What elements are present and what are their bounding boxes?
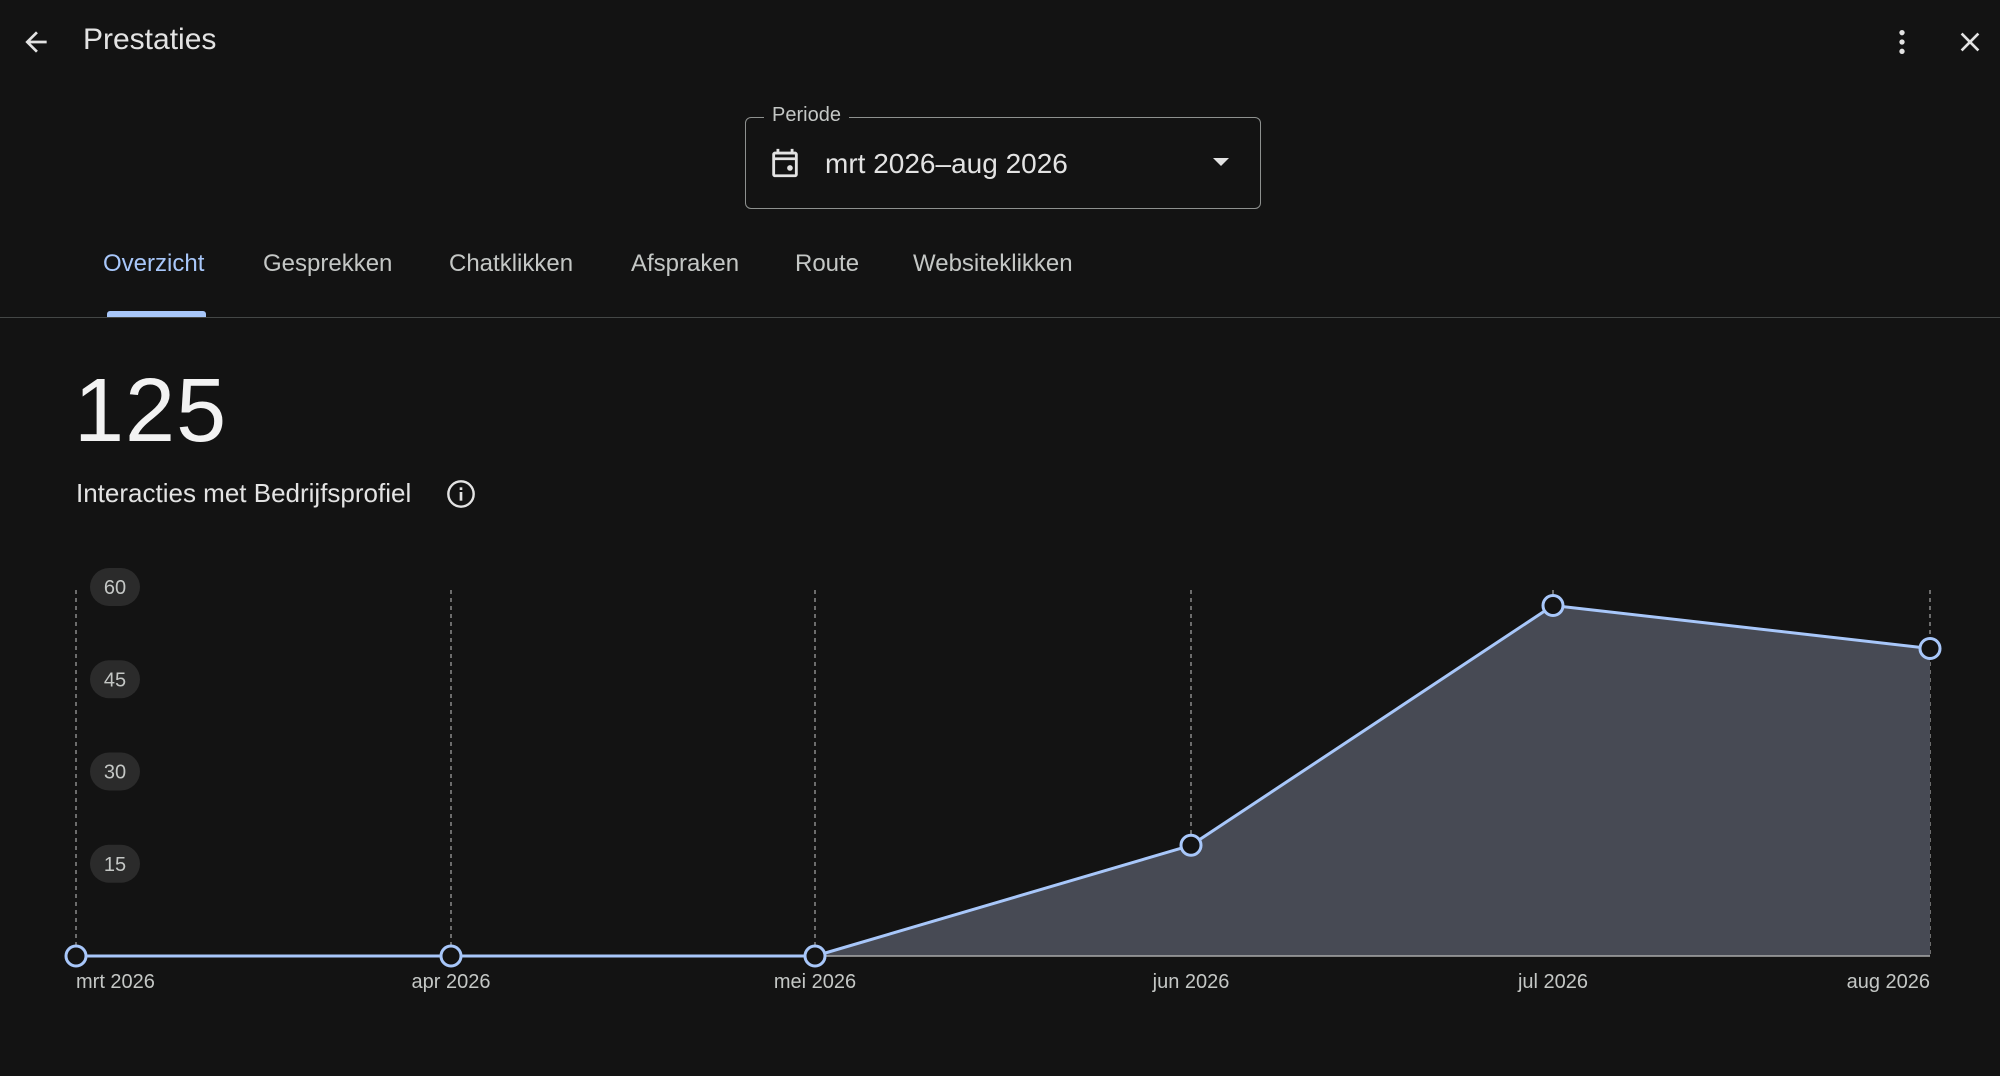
arrow-left-icon (25, 31, 47, 53)
tabs-divider (0, 317, 2000, 318)
x-tick-label-1: apr 2026 (412, 971, 491, 993)
tab-chatklikken[interactable]: Chatklikken (449, 250, 573, 278)
data-point-5 (1918, 637, 1942, 660)
info-icon[interactable] (445, 478, 477, 510)
data-point-3 (1179, 833, 1203, 857)
interactions-chart: 15 30 45 60 mrt 2026 apr 2026 mei 2026 jun 2026… (64, 568, 1942, 993)
x-tick-label-4: jul 2026 (1517, 971, 1588, 993)
period-select[interactable]: Periode mrt 2026–aug 2026 (745, 104, 1261, 209)
calendar-icon (772, 148, 798, 178)
area-fill (76, 605, 1930, 956)
data-point-0 (64, 944, 88, 968)
page-title: Prestaties (83, 23, 217, 56)
data-point-1 (439, 944, 463, 968)
tab-gesprekken[interactable]: Gesprekken (263, 250, 392, 278)
y-tick-label-60: 60 (104, 577, 126, 599)
metric-value: 125 (74, 361, 228, 461)
tab-overzicht[interactable]: Overzicht (103, 250, 204, 278)
data-point-2 (803, 944, 827, 968)
top-app-bar: Prestaties (0, 0, 2000, 86)
chevron-down-icon (1213, 158, 1229, 166)
tab-bar: Overzicht Gesprekken Chatklikken Afsprak… (0, 250, 2000, 317)
more-options-button[interactable] (1880, 20, 1924, 64)
x-tick-label-5: aug 2026 (1847, 971, 1930, 993)
period-value: mrt 2026–aug 2026 (825, 148, 1068, 179)
period-label: Periode (764, 104, 849, 127)
close-icon (1960, 32, 1980, 52)
y-tick-label-30: 30 (104, 762, 126, 784)
back-button[interactable] (14, 20, 58, 64)
more-vertical-icon (1899, 30, 1905, 54)
y-tick-label-45: 45 (104, 669, 126, 691)
x-tick-label-3: jun 2026 (1152, 971, 1230, 993)
tab-route[interactable]: Route (795, 250, 859, 278)
x-tick-label-2: mei 2026 (774, 971, 856, 993)
y-tick-label-15: 15 (104, 854, 126, 876)
close-button[interactable] (1948, 20, 1992, 64)
tab-afspraken[interactable]: Afspraken (631, 250, 739, 278)
data-point-4 (1541, 593, 1565, 617)
metric-label: Interacties met Bedrijfsprofiel (76, 478, 412, 508)
tab-websiteklikken[interactable]: Websiteklikken (913, 250, 1073, 278)
x-tick-label-0: mrt 2026 (76, 971, 155, 993)
